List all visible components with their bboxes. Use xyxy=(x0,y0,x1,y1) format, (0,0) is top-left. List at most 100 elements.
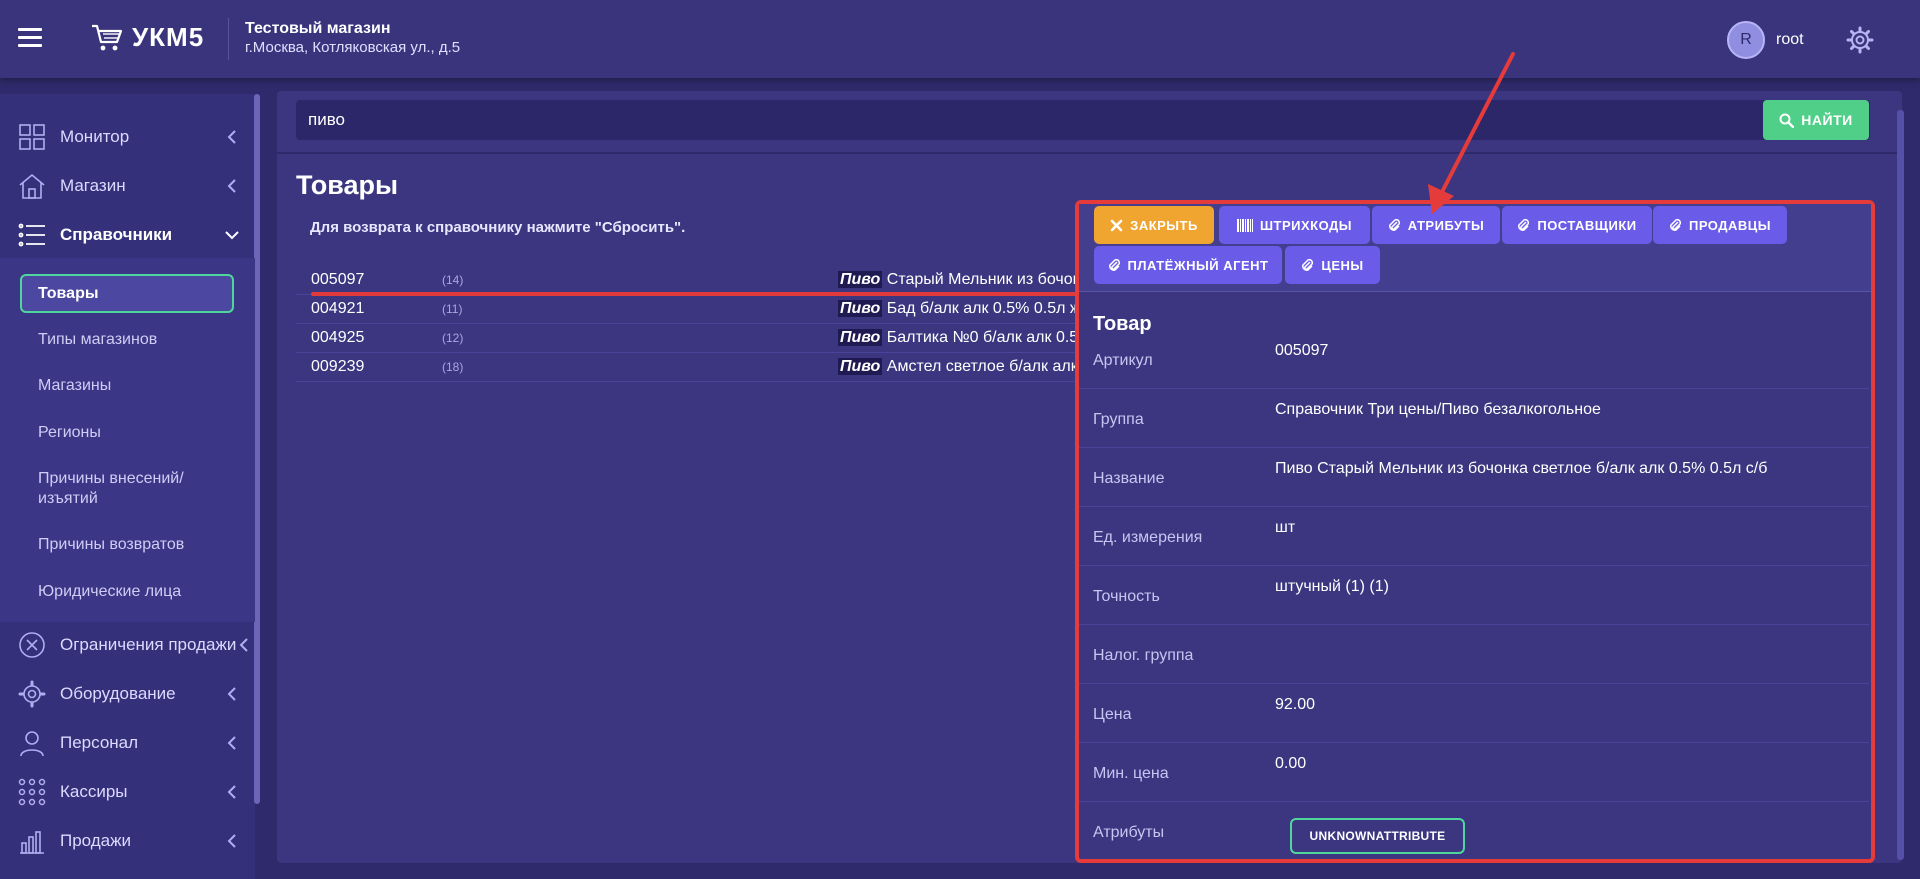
sidebar-item-store[interactable]: Магазин xyxy=(0,162,255,210)
field-value: штучный (1) (1) xyxy=(1275,578,1389,595)
restriction-icon xyxy=(19,632,45,658)
field-label: Мин. цена xyxy=(1093,765,1169,782)
field-value: Пиво Старый Мельник из бочонка светлое б… xyxy=(1275,460,1768,477)
table-row[interactable]: 004925 (12) Пиво Балтика №0 б/алк алк 0.… xyxy=(296,324,1076,353)
field-value: шт xyxy=(1275,519,1296,536)
field-label: Налог. группа xyxy=(1093,647,1194,664)
submenu-item-return-reasons[interactable]: Причины возвратов xyxy=(38,535,184,555)
settings-gear-icon[interactable] xyxy=(1846,26,1874,54)
submenu-item-deposit-reasons[interactable]: Причины внесений/ изъятий xyxy=(38,469,238,509)
chevron-left-icon xyxy=(227,834,236,848)
hamburger-menu-icon[interactable] xyxy=(18,28,42,48)
row-name: Пиво Старый Мельник из бочонка светлое б… xyxy=(838,271,1076,289)
sidebar-item-equipment[interactable]: Оборудование xyxy=(0,670,255,718)
row-code: 004925 xyxy=(311,329,365,346)
sidebar-item-label: Оборудование xyxy=(60,684,176,703)
username[interactable]: root xyxy=(1776,31,1804,49)
sidebar-item-label: Кассиры xyxy=(60,782,128,801)
field-tax-group: Налог. группа xyxy=(1079,625,1869,684)
sellers-button-label: ПРОДАВЦЫ xyxy=(1688,217,1772,233)
search-icon xyxy=(1779,113,1795,128)
sidebar-item-sales[interactable]: Продажи xyxy=(0,817,255,865)
row-count: (12) xyxy=(442,331,464,345)
paperclip-icon xyxy=(1388,218,1400,231)
row-name-prefix: Пиво xyxy=(838,300,883,317)
submenu-item-regions[interactable]: Регионы xyxy=(38,423,101,443)
search-input[interactable] xyxy=(296,100,1764,140)
field-value: 0.00 xyxy=(1275,755,1307,772)
barcode-icon xyxy=(1236,218,1253,232)
row-code: 004921 xyxy=(311,300,365,317)
field-attributes: Атрибуты xyxy=(1079,802,1869,861)
search-button-label: НАЙТИ xyxy=(1801,112,1853,128)
field-name: Название Пиво Старый Мельник из бочонка … xyxy=(1079,448,1869,507)
submenu-item-stores[interactable]: Магазины xyxy=(38,376,111,396)
paperclip-icon xyxy=(1670,218,1681,231)
table-row[interactable]: 009239 (18) Пиво Амстел светлое б/алк ал… xyxy=(296,353,1076,382)
prices-button[interactable]: ЦЕНЫ xyxy=(1285,246,1380,284)
field-label: Группа xyxy=(1093,411,1144,428)
main-scrollbar[interactable] xyxy=(1897,110,1904,860)
close-button[interactable]: ЗАКРЫТЬ xyxy=(1094,206,1214,244)
attributes-button[interactable]: АТРИБУТЫ xyxy=(1372,206,1500,244)
prices-button-label: ЦЕНЫ xyxy=(1321,257,1364,273)
row-count: (14) xyxy=(442,273,464,287)
field-label: Атрибуты xyxy=(1093,824,1165,841)
sellers-button[interactable]: ПРОДАВЦЫ xyxy=(1653,206,1787,244)
field-price: Цена 92.00 xyxy=(1079,684,1869,743)
sidebar-item-sale-restrictions[interactable]: Ограничения продажи xyxy=(0,621,255,669)
chevron-left-icon xyxy=(227,736,236,750)
search-button[interactable]: НАЙТИ xyxy=(1763,100,1869,140)
row-name-prefix: Пиво xyxy=(838,358,883,375)
header-divider xyxy=(228,18,229,60)
logo[interactable]: УКМ5 xyxy=(90,22,204,53)
chevron-left-icon xyxy=(227,179,236,193)
search-divider xyxy=(277,152,1902,154)
field-label: Точность xyxy=(1093,588,1160,605)
sidebar-item-label: Персонал xyxy=(60,733,139,752)
chevron-left-icon xyxy=(227,687,236,701)
field-group: Группа Справочник Три цены/Пиво безалког… xyxy=(1079,389,1869,448)
field-precision: Точность штучный (1) (1) xyxy=(1079,566,1869,625)
sidebar-item-label: Ограничения продажи xyxy=(60,635,237,654)
suppliers-button[interactable]: ПОСТАВЩИКИ xyxy=(1502,206,1652,244)
sidebar-item-monitor[interactable]: Монитор xyxy=(0,113,255,161)
store-address: г.Москва, Котляковская ул., д.5 xyxy=(245,39,461,56)
sidebar-item-label: Справочники xyxy=(60,225,173,244)
top-bar: УКМ5 Тестовый магазин г.Москва, Котляков… xyxy=(0,0,1920,78)
payment-agent-button[interactable]: ПЛАТЁЖНЫЙ АГЕНТ xyxy=(1094,246,1282,284)
field-label: Ед. измерения xyxy=(1093,529,1203,546)
attributes-button-label: АТРИБУТЫ xyxy=(1407,217,1485,233)
row-name-text: Амстел светлое б/алк алк 0.5% 0.5л ж/б xyxy=(886,358,1076,375)
submenu-item-legal-entities[interactable]: Юридические лица xyxy=(38,582,181,602)
sidebar-item-directories[interactable]: Справочники xyxy=(0,211,255,259)
paperclip-icon xyxy=(1302,258,1314,271)
attribute-badge[interactable]: UNKNOWNATTRIBUTE xyxy=(1290,818,1465,854)
paperclip-icon xyxy=(1518,218,1530,231)
store-icon xyxy=(19,173,45,199)
close-icon xyxy=(1110,219,1123,231)
submenu-item-goods[interactable]: Товары xyxy=(20,274,234,313)
chevron-left-icon xyxy=(227,785,236,799)
row-name: Пиво Балтика №0 б/алк алк 0.5% 0.5л ж/б xyxy=(838,329,1076,347)
sidebar-item-personnel[interactable]: Персонал xyxy=(0,719,255,767)
chevron-left-icon xyxy=(227,130,236,144)
submenu-item-store-types[interactable]: Типы магазинов xyxy=(38,330,157,350)
sidebar-item-cashiers[interactable]: Кассиры xyxy=(0,768,255,816)
row-name: Пиво Амстел светлое б/алк алк 0.5% 0.5л … xyxy=(838,358,1076,376)
cart-icon xyxy=(92,24,123,50)
table-row[interactable]: 004921 (11) Пиво Бад б/алк алк 0.5% 0.5л… xyxy=(296,295,1076,324)
sidebar-item-label: Монитор xyxy=(60,127,130,146)
field-value: 92.00 xyxy=(1275,696,1316,713)
row-count: (11) xyxy=(442,302,463,316)
field-min-price: Мин. цена 0.00 xyxy=(1079,743,1869,802)
grid-icon xyxy=(18,778,46,806)
barcodes-button[interactable]: ШТРИХКОДЫ xyxy=(1219,206,1370,244)
page-title: Товары xyxy=(296,170,399,200)
close-button-label: ЗАКРЫТЬ xyxy=(1130,217,1198,233)
avatar[interactable]: R xyxy=(1727,21,1765,59)
chart-icon xyxy=(20,831,44,854)
row-count: (18) xyxy=(442,360,464,374)
table-row[interactable]: 005097 (14) Пиво Старый Мельник из бочон… xyxy=(296,266,1076,295)
barcodes-button-label: ШТРИХКОДЫ xyxy=(1259,217,1353,233)
